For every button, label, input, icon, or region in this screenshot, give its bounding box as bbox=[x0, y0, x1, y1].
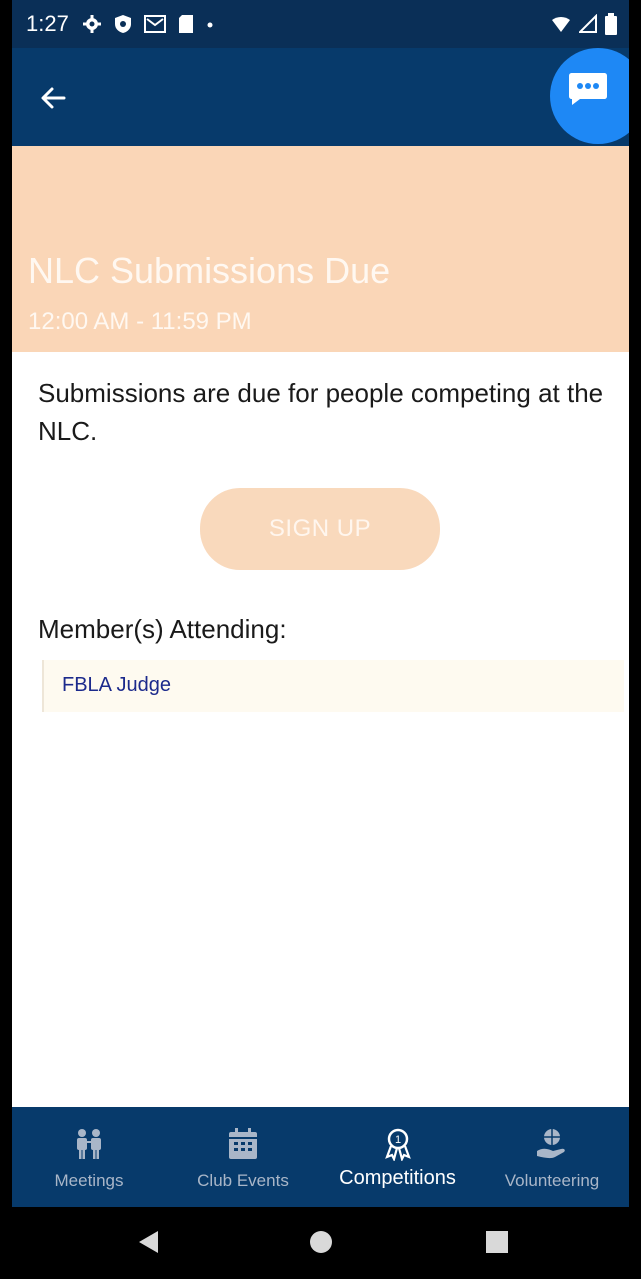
shield-icon bbox=[115, 15, 131, 33]
sign-up-button[interactable]: SIGN UP bbox=[200, 488, 440, 570]
nav-label-meetings: Meetings bbox=[54, 1171, 124, 1190]
device-frame: 1:27 NLC Submissions Due 12:00 AM - 11:5… bbox=[0, 0, 641, 1279]
status-time: 1:27 bbox=[26, 11, 69, 36]
svg-text:1: 1 bbox=[394, 1134, 400, 1146]
status-icons-right bbox=[551, 10, 617, 38]
attendee-list: FBLA Judge bbox=[42, 660, 624, 712]
home-circle-icon[interactable] bbox=[306, 1227, 336, 1257]
event-time-range: 12:00 AM - 11:59 PM bbox=[28, 308, 252, 335]
people-icon bbox=[77, 1129, 101, 1159]
signal-icon bbox=[579, 14, 597, 33]
award-ribbon-icon: 1 bbox=[384, 1128, 411, 1161]
nav-tab-volunteering[interactable]: Volunteering bbox=[475, 1107, 629, 1207]
dot-icon bbox=[207, 22, 213, 28]
calendar-icon bbox=[229, 1128, 257, 1159]
nav-tab-competitions[interactable]: 1 Competitions bbox=[320, 1107, 475, 1207]
settings-icon bbox=[83, 15, 101, 33]
chat-bubble-icon bbox=[569, 73, 607, 105]
back-button[interactable] bbox=[34, 78, 74, 118]
chat-button[interactable] bbox=[550, 48, 629, 144]
nav-label-club-events: Club Events bbox=[197, 1171, 289, 1190]
nav-tab-meetings[interactable]: Meetings bbox=[12, 1107, 166, 1207]
app-bar bbox=[12, 48, 629, 146]
event-header: NLC Submissions Due 12:00 AM - 11:59 PM bbox=[12, 146, 629, 352]
bottom-navigation: Meetings Club Events 1 Competitions Volu… bbox=[12, 1107, 629, 1207]
attendee-name[interactable]: FBLA Judge bbox=[62, 674, 171, 697]
battery-icon bbox=[605, 13, 617, 35]
wifi-icon bbox=[552, 17, 570, 32]
arrow-left-icon bbox=[41, 87, 66, 109]
nav-tab-club-events[interactable]: Club Events bbox=[166, 1107, 320, 1207]
members-attending-label: Member(s) Attending: bbox=[38, 614, 287, 644]
nav-label-competitions: Competitions bbox=[339, 1167, 456, 1189]
sim-card-icon bbox=[179, 15, 193, 33]
system-navigation-bar bbox=[12, 1207, 629, 1279]
status-bar: 1:27 bbox=[12, 0, 629, 48]
helping-hand-globe-icon bbox=[537, 1129, 565, 1159]
event-title: NLC Submissions Due bbox=[28, 250, 391, 291]
event-description: Submissions are due for people competing… bbox=[38, 378, 604, 446]
nav-label-volunteering: Volunteering bbox=[504, 1171, 600, 1190]
recents-square-icon[interactable] bbox=[482, 1227, 512, 1257]
gmail-icon bbox=[144, 15, 166, 33]
back-triangle-icon[interactable] bbox=[134, 1227, 164, 1257]
app-screen: 1:27 NLC Submissions Due 12:00 AM - 11:5… bbox=[12, 0, 629, 1279]
status-icons-left bbox=[82, 10, 214, 38]
